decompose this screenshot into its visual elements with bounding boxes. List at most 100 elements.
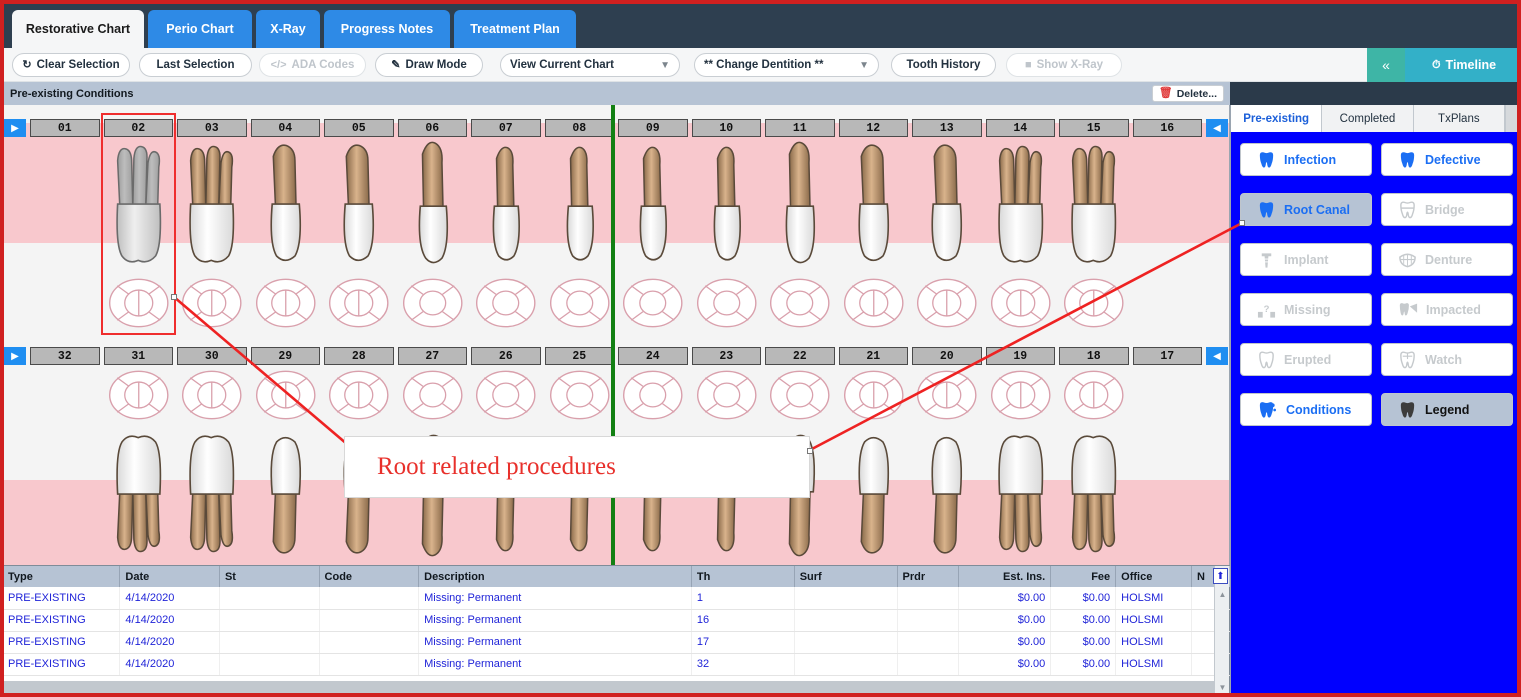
column-header-office[interactable]: Office	[1115, 566, 1192, 587]
tooth-number-29[interactable]: 29	[250, 347, 320, 365]
tooth-slot-04[interactable]	[249, 139, 323, 345]
occlusal-surface-03[interactable]	[175, 275, 249, 331]
timeline-button[interactable]: ⏱ Timeline	[1405, 48, 1519, 82]
column-header-code[interactable]: Code	[319, 566, 420, 587]
occlusal-surface-18[interactable]	[1057, 367, 1131, 423]
occlusal-surface-26[interactable]	[469, 367, 543, 423]
tooth-slot-02[interactable]	[102, 139, 176, 345]
scroll-right-arrow[interactable]: ▶	[4, 119, 26, 137]
tooth-history-button[interactable]: Tooth History	[891, 53, 996, 77]
tooth-slot-08[interactable]	[543, 139, 617, 345]
occlusal-surface-28[interactable]	[322, 367, 396, 423]
ada-codes-button[interactable]: </> ADA Codes	[259, 53, 366, 77]
tooth-number-23[interactable]: 23	[691, 347, 761, 365]
collapse-timeline-button[interactable]: «	[1367, 48, 1405, 82]
tooth-number-16[interactable]: 16	[1132, 119, 1202, 137]
tooth-slot-15[interactable]	[1057, 139, 1131, 345]
tooth-number-03[interactable]: 03	[177, 119, 247, 137]
tooth-slot-16[interactable]	[1131, 139, 1205, 345]
tooth-slot-20[interactable]	[910, 367, 984, 565]
occlusal-surface-12[interactable]	[837, 275, 911, 331]
occlusal-surface-10[interactable]	[690, 275, 764, 331]
tooth-graphic-01[interactable]	[28, 139, 102, 269]
tooth-graphic-09[interactable]	[616, 139, 690, 269]
tooth-graphic-04[interactable]	[249, 139, 323, 269]
occlusal-surface-07[interactable]	[469, 275, 543, 331]
tooth-slot-03[interactable]	[175, 139, 249, 345]
tooth-number-28[interactable]: 28	[324, 347, 394, 365]
tooth-number-05[interactable]: 05	[324, 119, 394, 137]
tooth-graphic-18[interactable]	[1057, 429, 1131, 559]
last-selection-button[interactable]: Last Selection	[139, 53, 252, 77]
occlusal-surface-04[interactable]	[249, 275, 323, 331]
tooth-number-12[interactable]: 12	[838, 119, 908, 137]
tooth-slot-11[interactable]	[763, 139, 837, 345]
tooth-number-19[interactable]: 19	[985, 347, 1055, 365]
tooth-graphic-07[interactable]	[469, 139, 543, 269]
scroll-to-top-icon[interactable]: ⬆	[1213, 568, 1228, 584]
tooth-number-18[interactable]: 18	[1059, 347, 1129, 365]
tooth-number-30[interactable]: 30	[177, 347, 247, 365]
occlusal-surface-31[interactable]	[102, 367, 176, 423]
tab-x-ray[interactable]: X-Ray	[256, 10, 320, 48]
occlusal-surface-05[interactable]	[322, 275, 396, 331]
tab-perio-chart[interactable]: Perio Chart	[148, 10, 252, 48]
panel-tab-txplans[interactable]: TxPlans	[1413, 105, 1505, 132]
panel-tab-pre-existing[interactable]: Pre-existing	[1231, 105, 1323, 132]
tooth-number-02[interactable]: 02	[103, 119, 173, 137]
tooth-number-01[interactable]: 01	[30, 119, 100, 137]
draw-mode-button[interactable]: ✎ Draw Mode	[375, 53, 483, 77]
occlusal-surface-13[interactable]	[910, 275, 984, 331]
tooth-number-11[interactable]: 11	[765, 119, 835, 137]
tooth-graphic-15[interactable]	[1057, 139, 1131, 269]
show-xray-button[interactable]: ■ Show X-Ray	[1006, 53, 1122, 77]
column-header-surf[interactable]: Surf	[794, 566, 898, 587]
tooth-number-22[interactable]: 22	[765, 347, 835, 365]
column-header-fee[interactable]: Fee	[1050, 566, 1117, 587]
tooth-graphic-29[interactable]	[249, 429, 323, 559]
occlusal-surface-17[interactable]	[1131, 367, 1205, 423]
tooth-graphic-19[interactable]	[984, 429, 1058, 559]
column-header-prdr[interactable]: Prdr	[897, 566, 960, 587]
condition-button-implant[interactable]: Implant	[1240, 243, 1372, 276]
occlusal-surface-01[interactable]	[28, 275, 102, 331]
occlusal-surface-08[interactable]	[543, 275, 617, 331]
tooth-graphic-03[interactable]	[175, 139, 249, 269]
tooth-number-09[interactable]: 09	[618, 119, 688, 137]
tooth-number-14[interactable]: 14	[985, 119, 1055, 137]
condition-button-defective[interactable]: Defective	[1381, 143, 1513, 176]
tooth-slot-30[interactable]	[175, 367, 249, 565]
condition-button-missing[interactable]: ? Missing	[1240, 293, 1372, 326]
tooth-number-31[interactable]: 31	[103, 347, 173, 365]
tooth-slot-13[interactable]	[910, 139, 984, 345]
scroll-down-icon[interactable]: ▼	[1215, 680, 1230, 694]
condition-button-watch[interactable]: Watch	[1381, 343, 1513, 376]
occlusal-surface-09[interactable]	[616, 275, 690, 331]
occlusal-surface-19[interactable]	[984, 367, 1058, 423]
table-row[interactable]: PRE-EXISTING 4/14/2020 Missing: Permanent 1…	[3, 587, 1232, 610]
condition-button-conditions[interactable]: Conditions	[1240, 393, 1372, 426]
occlusal-surface-27[interactable]	[396, 367, 470, 423]
occlusal-surface-23[interactable]	[690, 367, 764, 423]
tooth-graphic-02[interactable]	[102, 139, 176, 269]
tooth-graphic-12[interactable]	[837, 139, 911, 269]
tooth-graphic-21[interactable]	[837, 429, 911, 559]
column-header-st[interactable]: St	[219, 566, 320, 587]
occlusal-surface-06[interactable]	[396, 275, 470, 331]
tab-progress-notes[interactable]: Progress Notes	[324, 10, 450, 48]
delete-button[interactable]: 🗑 Delete...	[1151, 85, 1224, 102]
scroll-left-arrow[interactable]: ◀	[1206, 347, 1228, 365]
view-chart-select[interactable]: View Current Chart ▼	[500, 53, 680, 77]
column-header-date[interactable]: Date	[119, 566, 220, 587]
tooth-number-32[interactable]: 32	[30, 347, 100, 365]
table-row[interactable]: PRE-EXISTING 4/14/2020 Missing: Permanent 3…	[3, 653, 1232, 676]
tooth-graphic-17[interactable]	[1131, 429, 1205, 559]
occlusal-surface-25[interactable]	[543, 367, 617, 423]
clear-selection-button[interactable]: ↻ Clear Selection	[12, 53, 130, 77]
leader-handle-mid[interactable]	[807, 448, 813, 454]
table-scrollbar[interactable]: ▲ ▼	[1214, 566, 1230, 695]
tooth-number-04[interactable]: 04	[250, 119, 320, 137]
tooth-slot-32[interactable]	[28, 367, 102, 565]
tooth-number-24[interactable]: 24	[618, 347, 688, 365]
tooth-slot-07[interactable]	[469, 139, 543, 345]
